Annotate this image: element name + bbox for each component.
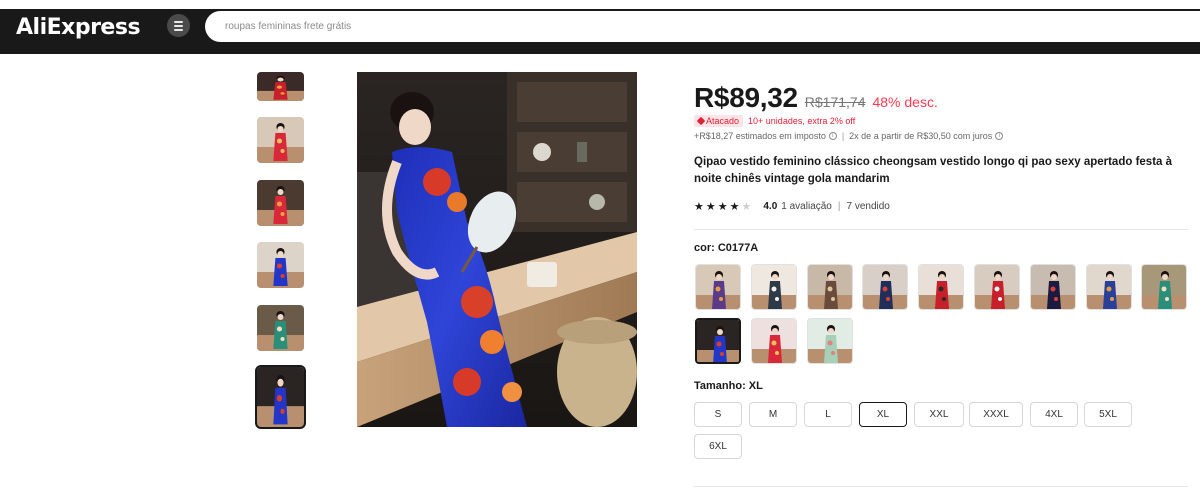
size-option-xxl[interactable]: XXL	[914, 402, 964, 427]
tax-estimate: +R$18,27 estimados em imposto	[694, 131, 826, 141]
reviews-link[interactable]: 1 avaliação	[781, 201, 832, 212]
product-thumbnail[interactable]	[257, 242, 304, 288]
color-swatch[interactable]	[1085, 264, 1132, 310]
tag-icon	[696, 116, 706, 126]
section-divider	[694, 229, 1188, 230]
color-swatch[interactable]	[862, 264, 909, 310]
sold-count: 7 vendido	[846, 201, 890, 212]
separator: |	[837, 201, 841, 212]
size-option-l[interactable]: L	[804, 402, 852, 427]
product-thumbnail[interactable]	[257, 117, 304, 163]
star-icon: ★	[717, 201, 728, 213]
size-label: Tamanho: XL	[694, 380, 763, 392]
color-swatch[interactable]	[974, 264, 1020, 310]
size-option-s[interactable]: S	[694, 402, 742, 427]
main-product-image[interactable]	[357, 72, 637, 427]
rating-row: ★ ★ ★ ★ ★ 4.0 1 avaliação | 7 vendido	[694, 200, 890, 213]
size-option-5xl[interactable]: 5XL	[1084, 402, 1132, 427]
star-icon: ★	[741, 201, 752, 213]
aliexpress-logo[interactable]: AliExpress	[16, 14, 141, 40]
wholesale-row: Atacado 10+ unidades, extra 2% off	[694, 115, 855, 127]
color-swatch[interactable]	[695, 318, 741, 364]
product-thumbnail[interactable]	[255, 365, 306, 429]
color-swatch[interactable]	[1029, 264, 1076, 310]
current-price: R$89,32	[694, 82, 798, 113]
star-icon: ★	[694, 201, 704, 213]
star-icon: ★	[705, 201, 716, 213]
rating-value: 4.0	[763, 201, 778, 212]
wholesale-badge: Atacado	[694, 115, 744, 127]
product-thumbnail[interactable]	[257, 305, 304, 351]
color-swatch[interactable]	[695, 264, 741, 310]
product-title: Qipao vestido feminino clássico cheongsa…	[694, 156, 1173, 185]
wholesale-offer-text: 10+ unidades, extra 2% off	[748, 116, 856, 126]
search-bar[interactable]	[205, 11, 1200, 42]
size-option-xl[interactable]: XL	[859, 402, 907, 427]
installments-text: 2x de a partir de R$30,50 com juros	[849, 131, 993, 141]
color-swatch[interactable]	[750, 264, 797, 310]
info-icon[interactable]: i	[828, 132, 837, 140]
search-input[interactable]	[225, 11, 1125, 42]
color-swatch[interactable]	[806, 264, 853, 310]
star-icon: ★	[729, 201, 740, 213]
product-thumbnail[interactable]	[257, 180, 304, 226]
info-icon[interactable]: i	[995, 132, 1004, 140]
logo-text: AliExpress	[16, 14, 141, 40]
tax-row: +R$18,27 estimados em imposto i | 2x de …	[694, 131, 1004, 141]
price-row: R$89,32 R$171,74 48% desc.	[694, 82, 938, 114]
original-price: R$171,74	[804, 94, 866, 110]
color-label: cor: C0177A	[694, 242, 759, 254]
size-option-6xl[interactable]: 6XL	[694, 434, 742, 459]
discount-label: 48% desc.	[872, 94, 938, 110]
color-swatch[interactable]	[806, 318, 853, 364]
hamburger-icon[interactable]	[167, 14, 190, 37]
color-swatch[interactable]	[1141, 264, 1188, 310]
size-option-xxxl[interactable]: XXXL	[969, 402, 1023, 427]
size-option-4xl[interactable]: 4XL	[1030, 402, 1078, 427]
color-swatch[interactable]	[750, 318, 797, 364]
product-thumbnail[interactable]	[257, 72, 304, 101]
size-option-m[interactable]: M	[749, 402, 797, 427]
separator: |	[841, 131, 845, 141]
section-divider	[694, 486, 1188, 487]
star-rating[interactable]: ★ ★ ★ ★ ★	[694, 200, 751, 213]
header-top-strip	[0, 0, 1200, 9]
color-swatch[interactable]	[918, 264, 965, 310]
wholesale-badge-text: Atacado	[706, 116, 740, 126]
